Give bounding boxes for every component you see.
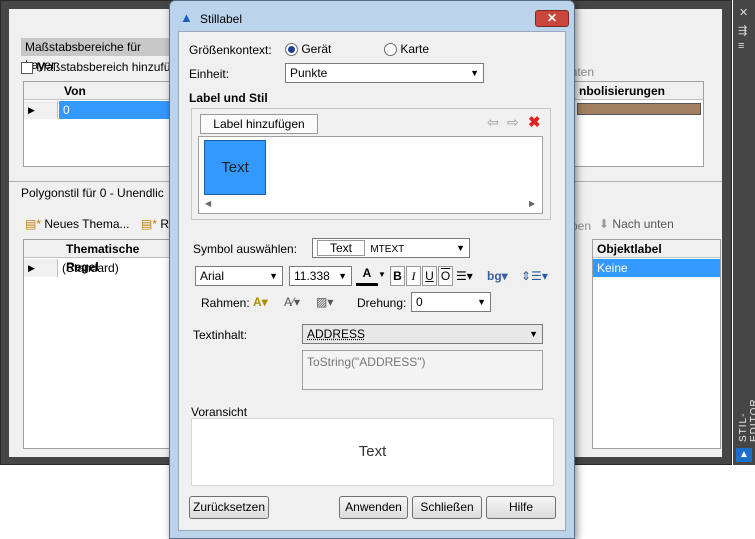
- preview-area: Text: [191, 418, 554, 486]
- italic-icon[interactable]: I: [406, 266, 421, 286]
- new-theme-button[interactable]: ▤* Neues Thema...: [25, 217, 130, 231]
- unit-select[interactable]: Punkte ▼: [285, 63, 484, 83]
- size-context-label: Größenkontext:: [189, 43, 272, 57]
- frame-label: Rahmen:: [201, 296, 250, 310]
- overline-icon[interactable]: O: [438, 266, 453, 286]
- bold-icon[interactable]: B: [390, 266, 405, 286]
- col-symbolization: nbolisierungen: [575, 82, 703, 100]
- new-theme-icon: ▤*: [25, 217, 42, 231]
- col-object-label: Objektlabel: [593, 240, 720, 258]
- rotation-select[interactable]: 0 ▼: [411, 292, 491, 312]
- scale-range-table: Von ▶ 0: [23, 81, 171, 167]
- table-row[interactable]: (Standard): [62, 259, 119, 277]
- frame-fill-icon[interactable]: ▨▾: [316, 292, 348, 312]
- row-marker-icon: ▶: [24, 101, 58, 119]
- close-button[interactable]: ✕: [535, 10, 569, 27]
- table-cell[interactable]: Keine: [593, 259, 720, 277]
- add-range-icon: [21, 61, 33, 74]
- chevron-down-icon: ▼: [269, 271, 278, 281]
- col-thematic-rule: Thematische Regel: [24, 240, 170, 274]
- chevron-down-icon: ▼: [338, 271, 347, 281]
- label-tile[interactable]: Text: [204, 140, 266, 195]
- thematic-table: Thematische Regel ▶ (Standard): [23, 239, 171, 449]
- text-content-select[interactable]: ADDRESS ▼: [302, 324, 543, 344]
- symbolization-table: nbolisierungen: [574, 81, 704, 167]
- close-icon[interactable]: ✕: [739, 6, 748, 19]
- font-size-select[interactable]: 11.338 ▼: [289, 266, 352, 286]
- symbol-select[interactable]: Text MTEXT ▼: [312, 238, 470, 258]
- arrow-left-icon[interactable]: ⇦: [487, 114, 503, 132]
- stillabel-dialog: ▲ Stillabel ✕ Größenkontext: Gerät Karte…: [169, 0, 575, 539]
- table-row[interactable]: 0: [59, 101, 171, 119]
- settings-icon[interactable]: ≡: [738, 40, 744, 52]
- unit-label: Einheit:: [189, 67, 230, 81]
- symbol-label: Symbol auswählen:: [193, 242, 298, 256]
- scale-ranges-title: Maßstabsbereiche für Layer: [21, 38, 171, 72]
- chevron-down-icon[interactable]: ▼: [378, 270, 386, 279]
- chevron-down-icon: ▼: [529, 329, 538, 339]
- scroll-left-icon[interactable]: ◀: [205, 199, 211, 208]
- palette-sidebar: ✕ ⇶ ≡ STIL-EDITOR ▲: [733, 0, 755, 465]
- col-von: Von: [24, 82, 170, 100]
- help-button[interactable]: Hilfe: [486, 496, 556, 519]
- delete-icon[interactable]: ✖: [528, 113, 544, 131]
- app-icon: ▲: [180, 10, 193, 25]
- pin-icon[interactable]: ⇶: [738, 24, 747, 37]
- sidebar-title: STIL-EDITOR: [738, 398, 755, 442]
- expression-field[interactable]: ToString("ADDRESS"): [302, 350, 543, 390]
- add-scale-range-button[interactable]: Maßstabsbereich hinzufü: [21, 60, 181, 78]
- chevron-down-icon: ▼: [456, 243, 465, 253]
- font-select[interactable]: Arial ▼: [195, 266, 283, 286]
- radio-device[interactable]: Gerät: [285, 42, 331, 57]
- r-icon: ▤*: [141, 217, 158, 231]
- polygon-style-title: Polygonstil für 0 - Unendlic: [21, 186, 164, 200]
- label-style-heading: Label und Stil: [189, 91, 268, 105]
- frame-style-icon[interactable]: A⁄▾: [284, 292, 314, 312]
- color-swatch[interactable]: [577, 103, 701, 115]
- close-dialog-button[interactable]: Schließen: [412, 496, 482, 519]
- reset-button[interactable]: Zurücksetzen: [189, 496, 269, 519]
- add-label-button[interactable]: Label hinzufügen: [200, 114, 318, 134]
- chevron-down-icon: ▼: [470, 68, 479, 78]
- line-spacing-icon[interactable]: ⇕☰▾: [521, 266, 549, 286]
- text-content-label: Textinhalt:: [193, 328, 248, 342]
- text-color-icon[interactable]: A: [356, 266, 378, 286]
- label-style-group: Label hinzufügen ⇦ ⇨ ✖ Text ◀ ▶: [191, 108, 551, 220]
- r-button[interactable]: ▤* R: [141, 217, 169, 231]
- preview-label: Voransicht: [191, 405, 248, 419]
- app-logo-icon: ▲: [736, 448, 752, 462]
- chevron-down-icon: ▼: [477, 297, 486, 307]
- row-marker-icon: ▶: [24, 259, 58, 277]
- arrow-down-icon: ⬇: [599, 217, 610, 231]
- move-down-button[interactable]: ⬇ Nach unten: [599, 217, 674, 231]
- frame-color-icon[interactable]: A▾: [253, 292, 281, 312]
- apply-button[interactable]: Anwenden: [339, 496, 408, 519]
- rotation-label: Drehung:: [357, 296, 407, 310]
- background-color-icon[interactable]: bg▾: [487, 266, 519, 286]
- dialog-body: Größenkontext: Gerät Karte Einheit: Punk…: [178, 31, 566, 531]
- scroll-right-icon[interactable]: ▶: [529, 199, 535, 208]
- radio-map[interactable]: Karte: [384, 42, 429, 57]
- arrow-right-icon[interactable]: ⇨: [507, 114, 523, 132]
- label-list: Text ◀ ▶: [198, 136, 543, 214]
- align-icon[interactable]: ☰▾: [456, 266, 486, 286]
- underline-icon[interactable]: U: [422, 266, 437, 286]
- dialog-title: Stillabel: [200, 12, 243, 26]
- object-label-table: Objektlabel Keine: [592, 239, 721, 449]
